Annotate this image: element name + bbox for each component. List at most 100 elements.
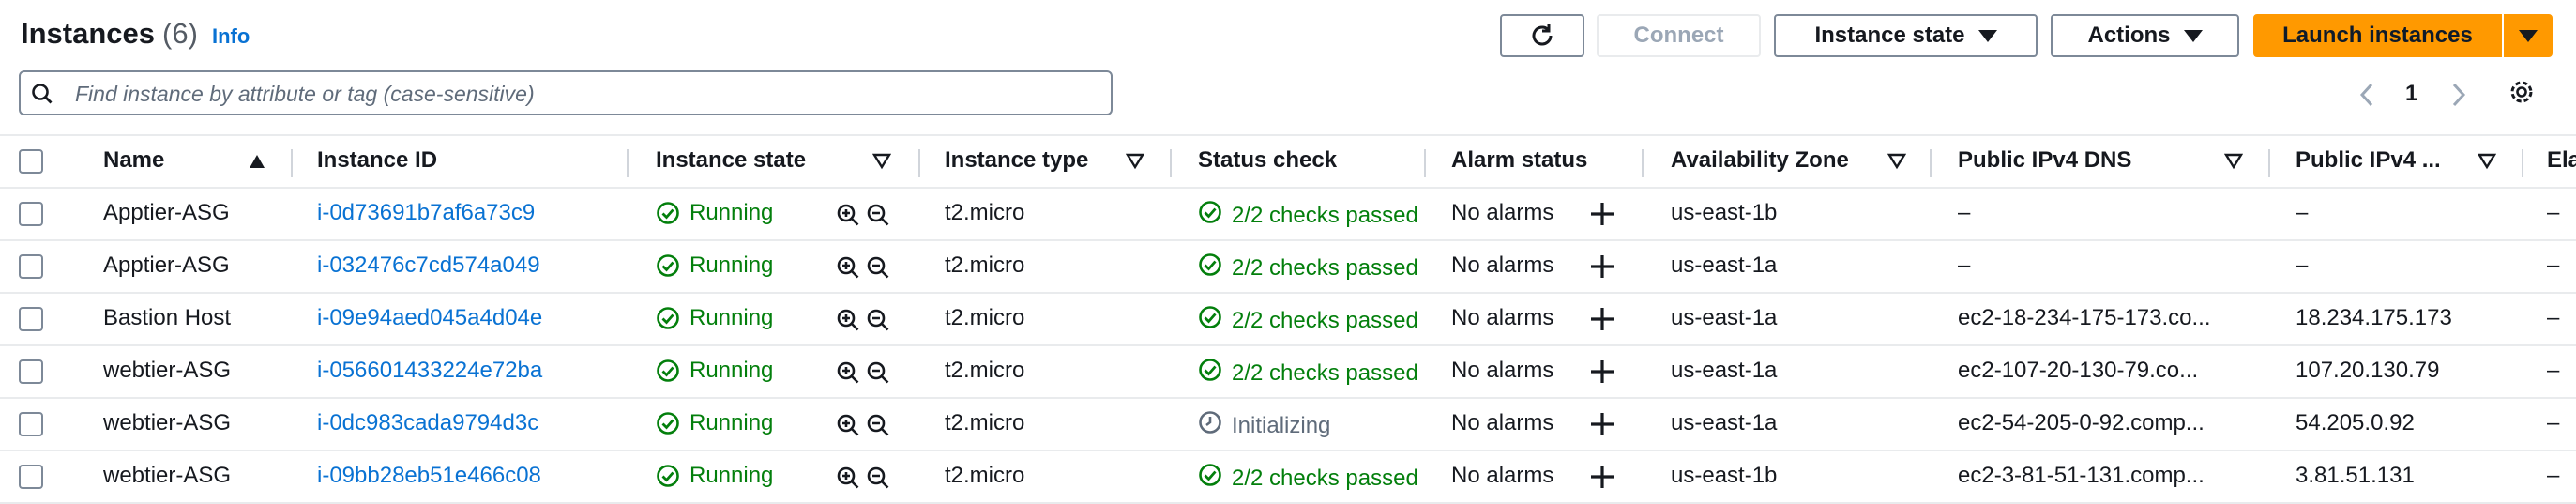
cell-instance-id-link[interactable]: i-0d73691b7af6a73c9: [317, 200, 535, 226]
success-circle-icon: [657, 465, 679, 487]
zoom-out-icon[interactable]: [865, 412, 891, 438]
sort-ascending-icon[interactable]: [248, 153, 266, 170]
zoom-out-icon[interactable]: [865, 359, 891, 386]
column-instance-id[interactable]: Instance ID: [317, 147, 437, 174]
table-row[interactable]: Apptier-ASG i-032476c7cd574a049 Running …: [0, 241, 2576, 294]
launch-instances-button[interactable]: Launch instances: [2253, 14, 2502, 57]
zoom-out-icon[interactable]: [865, 465, 891, 491]
connect-button[interactable]: Connect: [1597, 14, 1761, 57]
column-public-ip[interactable]: Public IPv4 ...: [2296, 147, 2441, 174]
add-alarm-plus-icon[interactable]: [1588, 200, 1616, 228]
cell-instance-id-link[interactable]: i-09e94aed045a4d04e: [317, 305, 542, 331]
cell-public-ip: –: [2296, 252, 2309, 278]
success-circle-icon: [657, 307, 679, 329]
zoom-in-icon[interactable]: [835, 307, 861, 333]
add-alarm-plus-icon[interactable]: [1588, 358, 1616, 386]
column-alarm-status[interactable]: Alarm status: [1451, 147, 1587, 174]
row-checkbox[interactable]: [19, 359, 43, 384]
column-divider[interactable]: [291, 149, 293, 177]
chevron-right-icon[interactable]: [2450, 83, 2467, 107]
search-box[interactable]: [19, 70, 1113, 115]
cell-public-dns: –: [1958, 252, 1971, 278]
column-instance-state[interactable]: Instance state: [656, 147, 806, 174]
cell-instance-type: t2.micro: [945, 200, 1025, 225]
cell-alarm-status: No alarms: [1451, 358, 1554, 383]
row-checkbox[interactable]: [19, 202, 43, 226]
column-elastic-ip[interactable]: Ela: [2547, 147, 2576, 174]
zoom-in-icon[interactable]: [835, 202, 861, 228]
launch-options-button[interactable]: [2504, 14, 2553, 57]
column-divider[interactable]: [1424, 149, 1426, 177]
row-checkbox[interactable]: [19, 254, 43, 279]
column-divider[interactable]: [1642, 149, 1644, 177]
settings-gear-icon[interactable]: [2507, 77, 2537, 107]
row-checkbox[interactable]: [19, 465, 43, 489]
cell-availability-zone: us-east-1a: [1671, 305, 1778, 330]
instance-state-label: Instance state: [1814, 23, 1965, 48]
column-status-check[interactable]: Status check: [1198, 147, 1337, 174]
column-divider[interactable]: [627, 149, 629, 177]
zoom-out-icon[interactable]: [865, 202, 891, 228]
chevron-left-icon[interactable]: [2358, 83, 2375, 107]
row-checkbox[interactable]: [19, 412, 43, 436]
cell-availability-zone: us-east-1a: [1671, 252, 1778, 278]
cell-instance-id-link[interactable]: i-032476c7cd574a049: [317, 252, 540, 279]
add-alarm-plus-icon[interactable]: [1588, 463, 1616, 491]
filter-icon[interactable]: [1126, 153, 1144, 170]
column-divider[interactable]: [2268, 149, 2270, 177]
cell-instance-id-link[interactable]: i-09bb28eb51e466c08: [317, 463, 541, 489]
add-alarm-plus-icon[interactable]: [1588, 410, 1616, 438]
status-text: 2/2 checks passed: [1232, 254, 1418, 281]
zoom-out-icon[interactable]: [865, 254, 891, 281]
column-divider[interactable]: [1170, 149, 1172, 177]
cell-elastic-ip: –: [2547, 305, 2560, 330]
cell-instance-state: Running: [656, 463, 773, 489]
row-checkbox[interactable]: [19, 307, 43, 331]
zoom-out-icon[interactable]: [865, 307, 891, 333]
status-passed-icon: [1198, 252, 1222, 283]
table-row[interactable]: Apptier-ASG i-0d73691b7af6a73c9 Running …: [0, 189, 2576, 241]
table-row[interactable]: webtier-ASG i-056601433224e72ba Running …: [0, 346, 2576, 399]
zoom-in-icon[interactable]: [835, 359, 861, 386]
search-input[interactable]: [73, 78, 1099, 110]
cell-public-ip: 3.81.51.131: [2296, 463, 2415, 488]
table-row[interactable]: webtier-ASG i-09bb28eb51e466c08 Running …: [0, 451, 2576, 504]
add-alarm-plus-icon[interactable]: [1588, 252, 1616, 281]
column-divider[interactable]: [2522, 149, 2523, 177]
state-text: Running: [689, 463, 774, 488]
zoom-controls: [835, 412, 891, 438]
select-all-checkbox[interactable]: [19, 149, 43, 174]
column-name[interactable]: Name: [103, 147, 164, 174]
actions-button[interactable]: Actions: [2051, 14, 2239, 57]
column-public-dns[interactable]: Public IPv4 DNS: [1958, 147, 2131, 174]
zoom-in-icon[interactable]: [835, 412, 861, 438]
zoom-in-icon[interactable]: [835, 254, 861, 281]
table-row[interactable]: webtier-ASG i-0dc983cada9794d3c Running …: [0, 399, 2576, 451]
cell-availability-zone: us-east-1b: [1671, 463, 1778, 488]
page-number[interactable]: 1: [2405, 81, 2417, 107]
filter-icon[interactable]: [2478, 153, 2496, 170]
success-circle-icon: [657, 202, 679, 224]
status-initializing-icon: [1198, 410, 1222, 441]
zoom-controls: [835, 465, 891, 491]
column-availability-zone[interactable]: Availability Zone: [1671, 147, 1849, 174]
column-instance-type[interactable]: Instance type: [945, 147, 1088, 174]
cell-alarm-status: No alarms: [1451, 463, 1554, 488]
cell-instance-id-link[interactable]: i-0dc983cada9794d3c: [317, 410, 538, 436]
cell-alarm-status: No alarms: [1451, 410, 1554, 435]
zoom-in-icon[interactable]: [835, 465, 861, 491]
column-divider[interactable]: [918, 149, 920, 177]
table-row[interactable]: Bastion Host i-09e94aed045a4d04e Running…: [0, 294, 2576, 346]
instance-state-button[interactable]: Instance state: [1774, 14, 2038, 57]
cell-instance-type: t2.micro: [945, 252, 1025, 278]
filter-icon[interactable]: [1887, 153, 1906, 170]
success-circle-icon: [1199, 464, 1221, 486]
refresh-button[interactable]: [1500, 14, 1584, 57]
cell-instance-id-link[interactable]: i-056601433224e72ba: [317, 358, 542, 384]
info-link[interactable]: Info: [212, 24, 250, 49]
filter-icon[interactable]: [872, 153, 891, 170]
filter-icon[interactable]: [2224, 153, 2243, 170]
add-alarm-plus-icon[interactable]: [1588, 305, 1616, 333]
success-circle-icon: [1199, 201, 1221, 223]
column-divider[interactable]: [1930, 149, 1932, 177]
